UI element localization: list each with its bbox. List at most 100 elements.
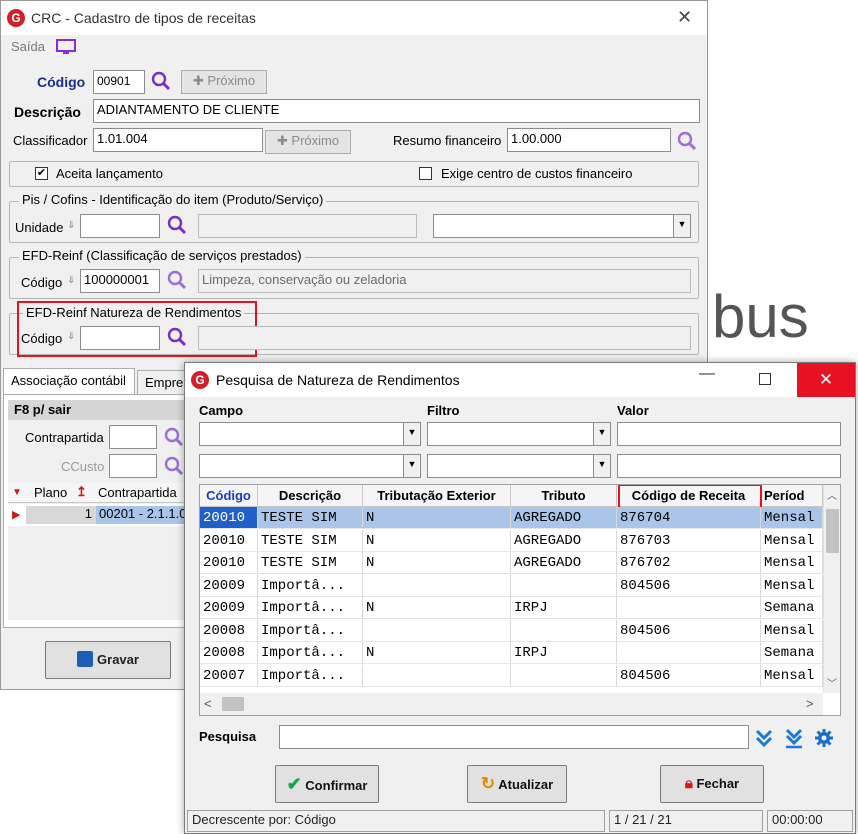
- exige-checkbox[interactable]: [419, 167, 432, 180]
- pis-cofins-title: Pis / Cofins - Identificação do item (Pr…: [19, 192, 327, 207]
- natureza-codigo-input[interactable]: [80, 326, 160, 350]
- tab-empresa[interactable]: Empre: [137, 370, 187, 394]
- resumo-input[interactable]: 1.00.000: [507, 128, 671, 152]
- col-descricao[interactable]: Descrição: [258, 485, 363, 507]
- campo-select-1[interactable]: ▼: [199, 422, 421, 446]
- dialog-title: Pesquisa de Natureza de Rendimentos: [216, 372, 460, 388]
- minimize-icon[interactable]: —: [699, 365, 715, 383]
- confirmar-label: Confirmar: [305, 778, 368, 793]
- vertical-scrollbar[interactable]: ︿ ﹀: [823, 485, 840, 693]
- fechar-button[interactable]: 🔒︎ Fechar: [660, 765, 764, 803]
- table-row[interactable]: 20009 Importâ... 804506 Mensal: [200, 574, 823, 597]
- chevron-down-icon[interactable]: ▼: [593, 455, 610, 477]
- monitor-icon[interactable]: [55, 38, 77, 56]
- chevron-left-icon[interactable]: <: [204, 696, 212, 711]
- table-row[interactable]: 20010 TESTE SIM N AGREGADO 876703 Mensal: [200, 529, 823, 552]
- table-row[interactable]: 20008 Importâ... N IRPJ Semana: [200, 642, 823, 664]
- save-icon: [77, 651, 94, 667]
- chevron-down-icon[interactable]: ﹀: [827, 675, 837, 690]
- col-tributacao[interactable]: Tributação Exterior: [363, 485, 511, 507]
- check-icon: ✔: [286, 774, 302, 794]
- unidade-input[interactable]: [80, 214, 160, 238]
- unidade-label: Unidade: [15, 220, 64, 235]
- search-contrapartida-icon[interactable]: [164, 427, 184, 447]
- cell-tributo: AGREGADO: [511, 552, 617, 574]
- gravar-button[interactable]: Gravar: [45, 641, 171, 679]
- cell-codigo: 20010: [200, 529, 258, 552]
- chevron-down-icon[interactable]: ▼: [403, 423, 420, 445]
- maximize-icon[interactable]: [759, 373, 771, 385]
- app-logo-icon: G: [191, 371, 209, 389]
- pesquisa-label: Pesquisa: [199, 729, 257, 744]
- contrapartida-input[interactable]: [109, 425, 157, 449]
- pis-combo[interactable]: ▼: [433, 214, 691, 238]
- proximo-button-2[interactable]: ✚ Próximo: [265, 130, 351, 154]
- atualizar-button[interactable]: ↻ Atualizar: [467, 765, 567, 803]
- filtro-select-1[interactable]: ▼: [427, 422, 611, 446]
- cell-tributo: IRPJ: [511, 642, 617, 664]
- confirmar-button[interactable]: ✔ Confirmar: [275, 765, 379, 803]
- proximo-label: Próximo: [291, 133, 340, 148]
- proximo-button-1[interactable]: ✚ Próximo: [181, 70, 267, 94]
- col-tributo[interactable]: Tributo: [511, 485, 617, 507]
- tab-associacao[interactable]: Associação contábil: [3, 368, 135, 394]
- search-codigo-icon[interactable]: [151, 71, 171, 91]
- table-row[interactable]: 20007 Importâ... 804506 Mensal: [200, 664, 823, 687]
- close-icon[interactable]: ✕: [677, 7, 692, 28]
- chevron-right-icon[interactable]: >: [806, 696, 814, 711]
- contrapartida-label: Contrapartida: [25, 430, 104, 445]
- filtro-select-2[interactable]: ▼: [427, 454, 611, 478]
- search-dialog: G Pesquisa de Natureza de Rendimentos — …: [184, 362, 856, 834]
- chevron-up-icon[interactable]: ︿: [827, 487, 837, 502]
- fechar-label: Fechar: [696, 776, 740, 791]
- dialog-titlebar: G Pesquisa de Natureza de Rendimentos — …: [185, 363, 855, 397]
- cell-descricao: Importâ...: [258, 597, 363, 619]
- plus-icon: ✚: [192, 73, 208, 88]
- h-scroll-thumb[interactable]: [222, 697, 244, 711]
- search-efd-icon[interactable]: [167, 270, 187, 290]
- table-row[interactable]: 20010 TESTE SIM N AGREGADO 876704 Mensal: [200, 507, 823, 529]
- chevron-down-icon[interactable]: ▼: [403, 455, 420, 477]
- horizontal-scrollbar[interactable]: < >: [200, 693, 823, 715]
- table-row[interactable]: 20008 Importâ... 804506 Mensal: [200, 619, 823, 642]
- table-row[interactable]: 20010 TESTE SIM N AGREGADO 876702 Mensal: [200, 552, 823, 574]
- gear-icon[interactable]: [813, 727, 835, 749]
- double-chevron-down-icon[interactable]: [753, 727, 775, 749]
- chevron-down-icon[interactable]: ▼: [673, 215, 690, 237]
- codigo-input[interactable]: 00901: [93, 70, 145, 94]
- pesquisa-input[interactable]: [279, 725, 749, 749]
- chevron-down-icon[interactable]: ▼: [593, 423, 610, 445]
- valor-input-2[interactable]: [617, 454, 841, 478]
- cell-descricao: TESTE SIM: [258, 507, 363, 529]
- valor-input-1[interactable]: [617, 422, 841, 446]
- exit-menu[interactable]: Saída: [11, 39, 45, 54]
- col-contrapartida[interactable]: Contrapartida: [98, 485, 177, 500]
- campo-select-2[interactable]: ▼: [199, 454, 421, 478]
- search-ccusto-icon[interactable]: [164, 456, 184, 476]
- search-resumo-icon[interactable]: [677, 131, 697, 151]
- ccusto-input[interactable]: [109, 454, 157, 478]
- aceita-checkbox[interactable]: ✔: [35, 167, 48, 180]
- pin-icon: ⇓: [67, 220, 76, 231]
- scroll-thumb[interactable]: [826, 509, 839, 553]
- cell-codigo-receita: 876704: [617, 507, 761, 529]
- classificador-input[interactable]: 1.01.004: [93, 128, 263, 152]
- cell-tributacao: [363, 574, 511, 597]
- dialog-close-icon[interactable]: ✕: [797, 363, 855, 397]
- cell-plano: 1: [26, 506, 96, 524]
- cell-descricao: Importâ...: [258, 619, 363, 642]
- cell-periodo: Mensal: [761, 619, 823, 642]
- search-unidade-icon[interactable]: [167, 215, 187, 235]
- col-codigo[interactable]: Código: [200, 485, 258, 507]
- table-row[interactable]: 20009 Importâ... N IRPJ Semana: [200, 597, 823, 619]
- chevron-to-end-icon[interactable]: [783, 727, 805, 749]
- search-natureza-icon[interactable]: [167, 327, 187, 347]
- descricao-input[interactable]: ADIANTAMENTO DE CLIENTE: [93, 99, 700, 123]
- row-pointer-icon: ▶: [12, 509, 21, 521]
- cell-tributo: [511, 664, 617, 687]
- col-plano[interactable]: Plano: [34, 485, 67, 500]
- col-periodo[interactable]: Períod: [761, 485, 823, 507]
- cell-codigo-receita: [617, 597, 761, 619]
- efd-codigo-input[interactable]: 100000001: [80, 269, 160, 293]
- mini-grid-row[interactable]: ▶ 1 00201 - 2.1.1.0: [8, 504, 188, 526]
